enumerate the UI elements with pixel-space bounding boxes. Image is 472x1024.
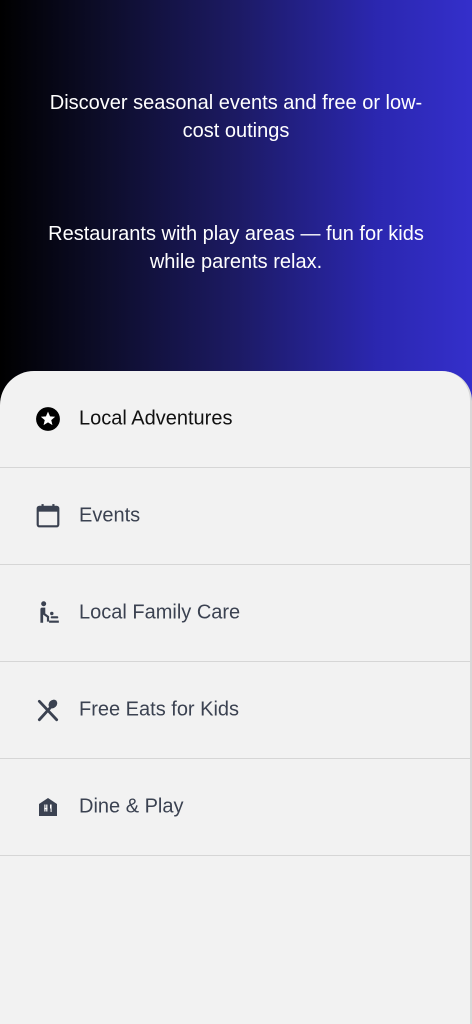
menu-item-events[interactable]: Events — [0, 468, 470, 565]
menu-item-label: Local Adventures — [79, 407, 233, 430]
calendar-icon — [34, 502, 62, 530]
hero-tagline-dining: Restaurants with play areas — fun for ki… — [48, 223, 424, 273]
hero-tagline-events: Discover seasonal events and free or low… — [49, 92, 423, 142]
star-circle-icon — [34, 405, 62, 433]
menu-item-local-family-care[interactable]: Local Family Care — [0, 565, 470, 662]
menu-item-label: Events — [79, 504, 141, 527]
menu-item-label: Dine & Play — [79, 795, 184, 818]
menu-item-label: Free Eats for Kids — [79, 698, 240, 721]
baby-changing-icon — [34, 599, 62, 627]
menu-item-free-eats-for-kids[interactable]: Free Eats for Kids — [0, 662, 470, 759]
hero-banner: Discover seasonal events and free or low… — [0, 0, 472, 420]
navigation-drawer: Local Adventures Events Local Family Car… — [0, 371, 472, 1024]
restaurant-house-icon — [34, 793, 62, 821]
menu-item-dine-and-play[interactable]: Dine & Play — [0, 759, 470, 856]
menu-item-local-adventures[interactable]: Local Adventures — [0, 371, 470, 468]
utensils-crossed-icon — [34, 696, 62, 724]
menu-item-label: Local Family Care — [79, 601, 241, 624]
